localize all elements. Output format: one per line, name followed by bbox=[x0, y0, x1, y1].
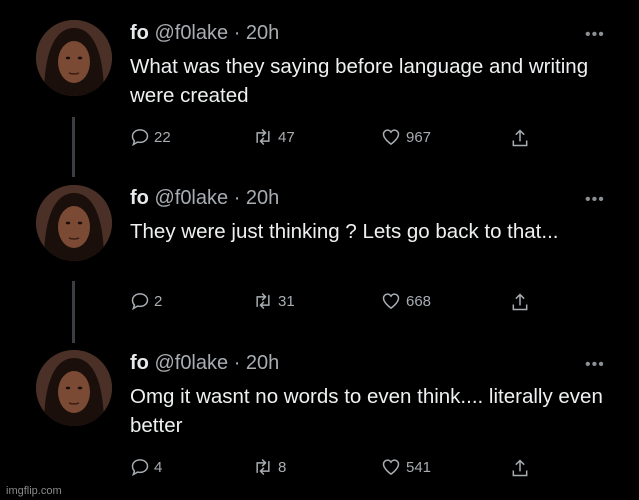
more-icon[interactable]: ••• bbox=[585, 356, 605, 374]
user-handle[interactable]: @f0lake bbox=[154, 22, 228, 44]
tweet-header: fo @f0lake · 20h bbox=[130, 187, 279, 210]
retweet-button[interactable]: 47 bbox=[252, 127, 295, 147]
tweet-header: fo @f0lake · 20h bbox=[130, 22, 279, 45]
tweet-text: What was they saying before language and… bbox=[130, 55, 589, 107]
retweet-button[interactable]: 31 bbox=[252, 291, 295, 311]
separator-dot: · bbox=[233, 187, 241, 209]
display-name[interactable]: fo bbox=[130, 187, 149, 209]
like-button[interactable]: 541 bbox=[380, 457, 431, 477]
reply-count: 4 bbox=[154, 458, 163, 476]
watermark: imgflip.com bbox=[6, 485, 62, 497]
tweet[interactable]: fo @f0lake · 20h ••• They were just thin… bbox=[0, 185, 639, 320]
reply-icon bbox=[131, 129, 149, 147]
share-icon bbox=[512, 129, 528, 147]
reply-button[interactable]: 22 bbox=[130, 127, 171, 147]
retweet-icon bbox=[256, 128, 270, 146]
avatar[interactable] bbox=[36, 20, 112, 96]
like-button[interactable]: 668 bbox=[380, 291, 431, 311]
like-count: 967 bbox=[406, 128, 432, 146]
tweet-header: fo @f0lake · 20h bbox=[130, 352, 279, 375]
share-button[interactable] bbox=[510, 291, 534, 313]
retweet-count: 47 bbox=[278, 128, 295, 146]
tweet-actions: 4 8 541 bbox=[130, 457, 550, 481]
tweet[interactable]: fo @f0lake · 20h ••• What was they sayin… bbox=[0, 20, 639, 155]
like-count: 668 bbox=[406, 292, 432, 310]
more-icon[interactable]: ••• bbox=[585, 26, 605, 44]
share-button[interactable] bbox=[510, 457, 534, 479]
avatar[interactable] bbox=[36, 350, 112, 426]
share-icon bbox=[512, 293, 528, 311]
separator-dot: · bbox=[233, 22, 241, 44]
share-icon bbox=[512, 459, 528, 477]
reply-icon bbox=[131, 459, 149, 477]
retweet-icon bbox=[256, 458, 270, 476]
reply-button[interactable]: 4 bbox=[130, 457, 162, 477]
like-count: 541 bbox=[406, 458, 432, 476]
avatar[interactable] bbox=[36, 185, 112, 261]
share-button[interactable] bbox=[510, 127, 534, 149]
reply-count: 22 bbox=[154, 128, 171, 146]
separator-dot: · bbox=[233, 352, 241, 374]
display-name[interactable]: fo bbox=[130, 352, 149, 374]
reply-button[interactable]: 2 bbox=[130, 291, 162, 311]
heart-icon bbox=[382, 129, 400, 145]
reply-count: 2 bbox=[154, 292, 163, 310]
like-button[interactable]: 967 bbox=[380, 127, 431, 147]
tweet-text: Omg it wasnt no words to even think.... … bbox=[130, 385, 603, 437]
heart-icon bbox=[382, 459, 400, 475]
retweet-count: 31 bbox=[278, 292, 295, 310]
retweet-count: 8 bbox=[278, 458, 287, 476]
retweet-button[interactable]: 8 bbox=[252, 457, 286, 477]
more-icon[interactable]: ••• bbox=[585, 191, 605, 209]
tweet-actions: 22 47 967 bbox=[130, 127, 550, 151]
display-name[interactable]: fo bbox=[130, 22, 149, 44]
heart-icon bbox=[382, 293, 400, 309]
timestamp[interactable]: 20h bbox=[246, 187, 279, 209]
timestamp[interactable]: 20h bbox=[246, 352, 279, 374]
user-handle[interactable]: @f0lake bbox=[154, 187, 228, 209]
tweet[interactable]: fo @f0lake · 20h ••• Omg it wasnt no wor… bbox=[0, 350, 639, 485]
tweet-actions: 2 31 668 bbox=[130, 291, 550, 315]
tweet-thread: fo @f0lake · 20h ••• What was they sayin… bbox=[0, 0, 639, 500]
tweet-text: They were just thinking ? Lets go back t… bbox=[130, 220, 559, 243]
user-handle[interactable]: @f0lake bbox=[154, 352, 228, 374]
reply-icon bbox=[131, 293, 149, 311]
timestamp[interactable]: 20h bbox=[246, 22, 279, 44]
retweet-icon bbox=[256, 292, 270, 310]
